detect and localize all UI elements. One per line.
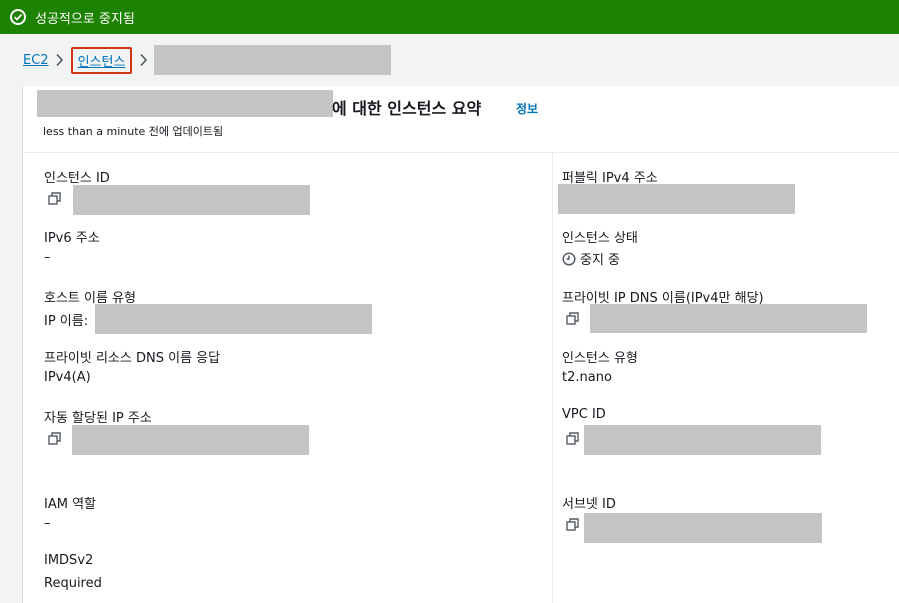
info-link[interactable]: 정보	[516, 100, 538, 117]
ipv6-value: –	[44, 250, 51, 265]
instance-summary-panel: 에 대한 인스턴스 요약 정보 less than a minute 전에 업데…	[22, 86, 899, 603]
chevron-right-icon	[49, 53, 71, 67]
copy-icon[interactable]	[566, 311, 580, 325]
hostname-type-value: IP 이름:	[44, 314, 89, 329]
clock-icon	[562, 252, 576, 266]
private-dns-answer-label: 프라이빗 리소스 DNS 이름 응답	[44, 351, 221, 366]
private-dns-answer-value: IPv4(A)	[44, 370, 91, 385]
title-instance-redacted	[37, 90, 333, 117]
hostname-value-redacted	[95, 304, 372, 334]
column-divider	[552, 153, 553, 603]
check-circle-icon	[10, 9, 26, 25]
copy-icon[interactable]	[48, 191, 62, 205]
auto-ip-label: 자동 할당된 IP 주소	[44, 411, 152, 426]
instance-id-value-redacted	[73, 185, 310, 215]
subnet-id-value-redacted	[584, 513, 822, 543]
auto-ip-value-redacted	[72, 425, 309, 455]
breadcrumb-instances-highlight: 인스턴스	[70, 46, 133, 74]
last-updated-text: less than a minute 전에 업데이트됨	[43, 125, 224, 138]
instance-type-value: t2.nano	[562, 370, 612, 385]
vpc-id-value-redacted	[584, 425, 821, 455]
ipv6-label: IPv6 주소	[44, 231, 100, 246]
breadcrumb-instances-link[interactable]: 인스턴스	[78, 55, 126, 70]
copy-icon[interactable]	[566, 517, 580, 531]
breadcrumb-ec2-link[interactable]: EC2	[23, 53, 49, 68]
breadcrumb-instance-redacted	[154, 45, 392, 75]
page-title: 에 대한 인스턴스 요약	[332, 99, 482, 118]
iam-role-label: IAM 역할	[44, 497, 96, 512]
instance-id-label: 인스턴스 ID	[44, 171, 110, 186]
chevron-right-icon	[132, 53, 154, 67]
success-banner: 성공적으로 중지됨	[0, 0, 899, 34]
private-dns-value-redacted	[590, 304, 867, 333]
imdsv2-value: Required	[44, 576, 102, 591]
instance-state-text: 중지 중	[580, 253, 621, 268]
panel-header: 에 대한 인스턴스 요약 정보 less than a minute 전에 업데…	[23, 86, 899, 153]
banner-message: 성공적으로 중지됨	[35, 11, 135, 27]
copy-icon[interactable]	[566, 431, 580, 445]
instance-type-label: 인스턴스 유형	[562, 351, 638, 366]
copy-icon[interactable]	[48, 431, 62, 445]
vpc-id-label: VPC ID	[562, 407, 606, 422]
instance-state-value: 중지 중	[562, 249, 620, 268]
imdsv2-label: IMDSv2	[44, 553, 94, 568]
breadcrumb: EC2 인스턴스	[0, 34, 899, 86]
public-ipv4-value-redacted	[558, 184, 795, 214]
instance-state-label: 인스턴스 상태	[562, 231, 638, 246]
subnet-id-label: 서브넷 ID	[562, 497, 616, 512]
iam-role-value: –	[44, 516, 51, 531]
